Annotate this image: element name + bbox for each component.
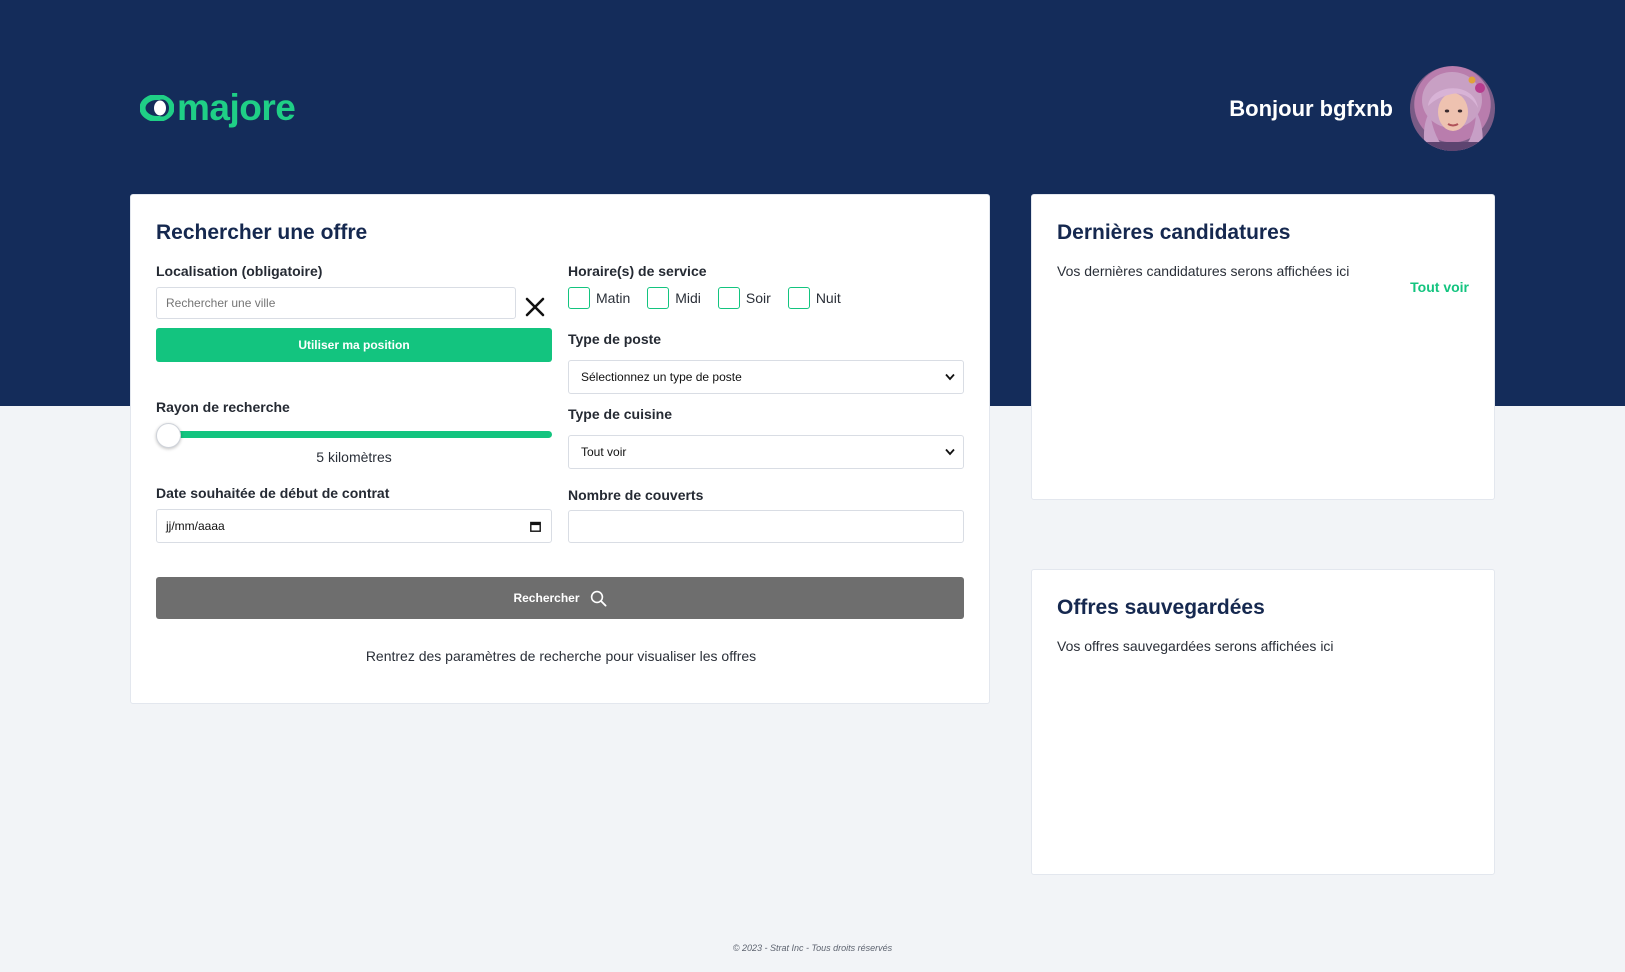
- checkbox-matin[interactable]: Matin: [568, 287, 630, 309]
- applications-empty-text: Vos dernières candidatures serons affich…: [1057, 263, 1350, 279]
- covers-label: Nombre de couverts: [568, 487, 704, 503]
- logo-text: majore: [177, 87, 296, 128]
- location-label: Localisation (obligatoire): [156, 263, 323, 279]
- service-hours-group: Matin Midi Soir Nuit: [568, 287, 858, 309]
- date-placeholder: jj/mm/aaaa: [166, 519, 225, 533]
- radius-value: 5 kilomètres: [316, 449, 392, 465]
- user-greeting: Bonjour bgfxnb: [1229, 96, 1393, 121]
- city-search-input[interactable]: [156, 287, 516, 319]
- checkbox-midi[interactable]: Midi: [647, 287, 701, 309]
- search-button[interactable]: Rechercher: [156, 577, 964, 619]
- checkbox-nuit[interactable]: Nuit: [787, 287, 841, 309]
- cuisine-type-select[interactable]: Tout voir: [568, 435, 964, 469]
- cuisine-type-selected: Tout voir: [581, 445, 627, 459]
- close-icon[interactable]: [523, 295, 547, 319]
- checkbox-box[interactable]: [568, 287, 590, 309]
- covers-input[interactable]: [568, 510, 964, 543]
- saved-offers-card: Offres sauvegardées Vos offres sauvegard…: [1031, 569, 1495, 875]
- footer-copyright: © 2023 - Strat Inc - Tous droits réservé…: [732, 943, 893, 953]
- avatar[interactable]: [1410, 66, 1495, 151]
- applications-card-title: Dernières candidatures: [1057, 221, 1291, 244]
- checkbox-label: Midi: [675, 290, 701, 306]
- job-type-label: Type de poste: [568, 331, 662, 347]
- checkbox-label: Soir: [745, 290, 771, 306]
- checkbox-label: Nuit: [815, 290, 841, 306]
- saved-empty-text: Vos offres sauvegardées serons affichées…: [1057, 638, 1334, 654]
- chevron-down-icon: [945, 373, 955, 381]
- recent-applications-card: Dernières candidatures Vos dernières can…: [1031, 194, 1495, 500]
- saved-card-title: Offres sauvegardées: [1057, 596, 1265, 619]
- start-date-input[interactable]: jj/mm/aaaa: [156, 509, 552, 543]
- chevron-down-icon: [945, 448, 955, 456]
- search-icon: [590, 590, 607, 606]
- use-my-position-button[interactable]: Utiliser ma position: [156, 328, 552, 362]
- calendar-icon[interactable]: [530, 521, 541, 532]
- user-avatar-photo-icon: [1410, 72, 1495, 151]
- search-hint: Rentrez des paramètres de recherche pour…: [365, 648, 757, 664]
- search-button-label: Rechercher: [513, 591, 580, 605]
- see-all-link[interactable]: Tout voir: [1410, 279, 1469, 295]
- search-offer-card: Rechercher une offre Localisation (oblig…: [130, 194, 990, 704]
- logo-mark-icon: [140, 95, 174, 121]
- service-hours-label: Horaire(s) de service: [568, 263, 707, 279]
- radius-label: Rayon de recherche: [156, 399, 290, 415]
- checkbox-label: Matin: [596, 290, 631, 306]
- checkbox-box[interactable]: [787, 287, 810, 309]
- checkbox-soir[interactable]: Soir: [717, 287, 771, 309]
- logo[interactable]: majore: [140, 87, 296, 128]
- checkbox-box[interactable]: [717, 287, 740, 309]
- cuisine-type-label: Type de cuisine: [568, 406, 672, 422]
- job-type-selected: Sélectionnez un type de poste: [581, 370, 742, 384]
- search-card-title: Rechercher une offre: [156, 221, 368, 244]
- start-date-label: Date souhaitée de début de contrat: [156, 485, 390, 501]
- radius-slider-track[interactable]: [168, 431, 552, 438]
- job-type-select[interactable]: Sélectionnez un type de poste: [568, 360, 964, 394]
- checkbox-box[interactable]: [647, 287, 670, 309]
- radius-slider-thumb[interactable]: [156, 423, 181, 448]
